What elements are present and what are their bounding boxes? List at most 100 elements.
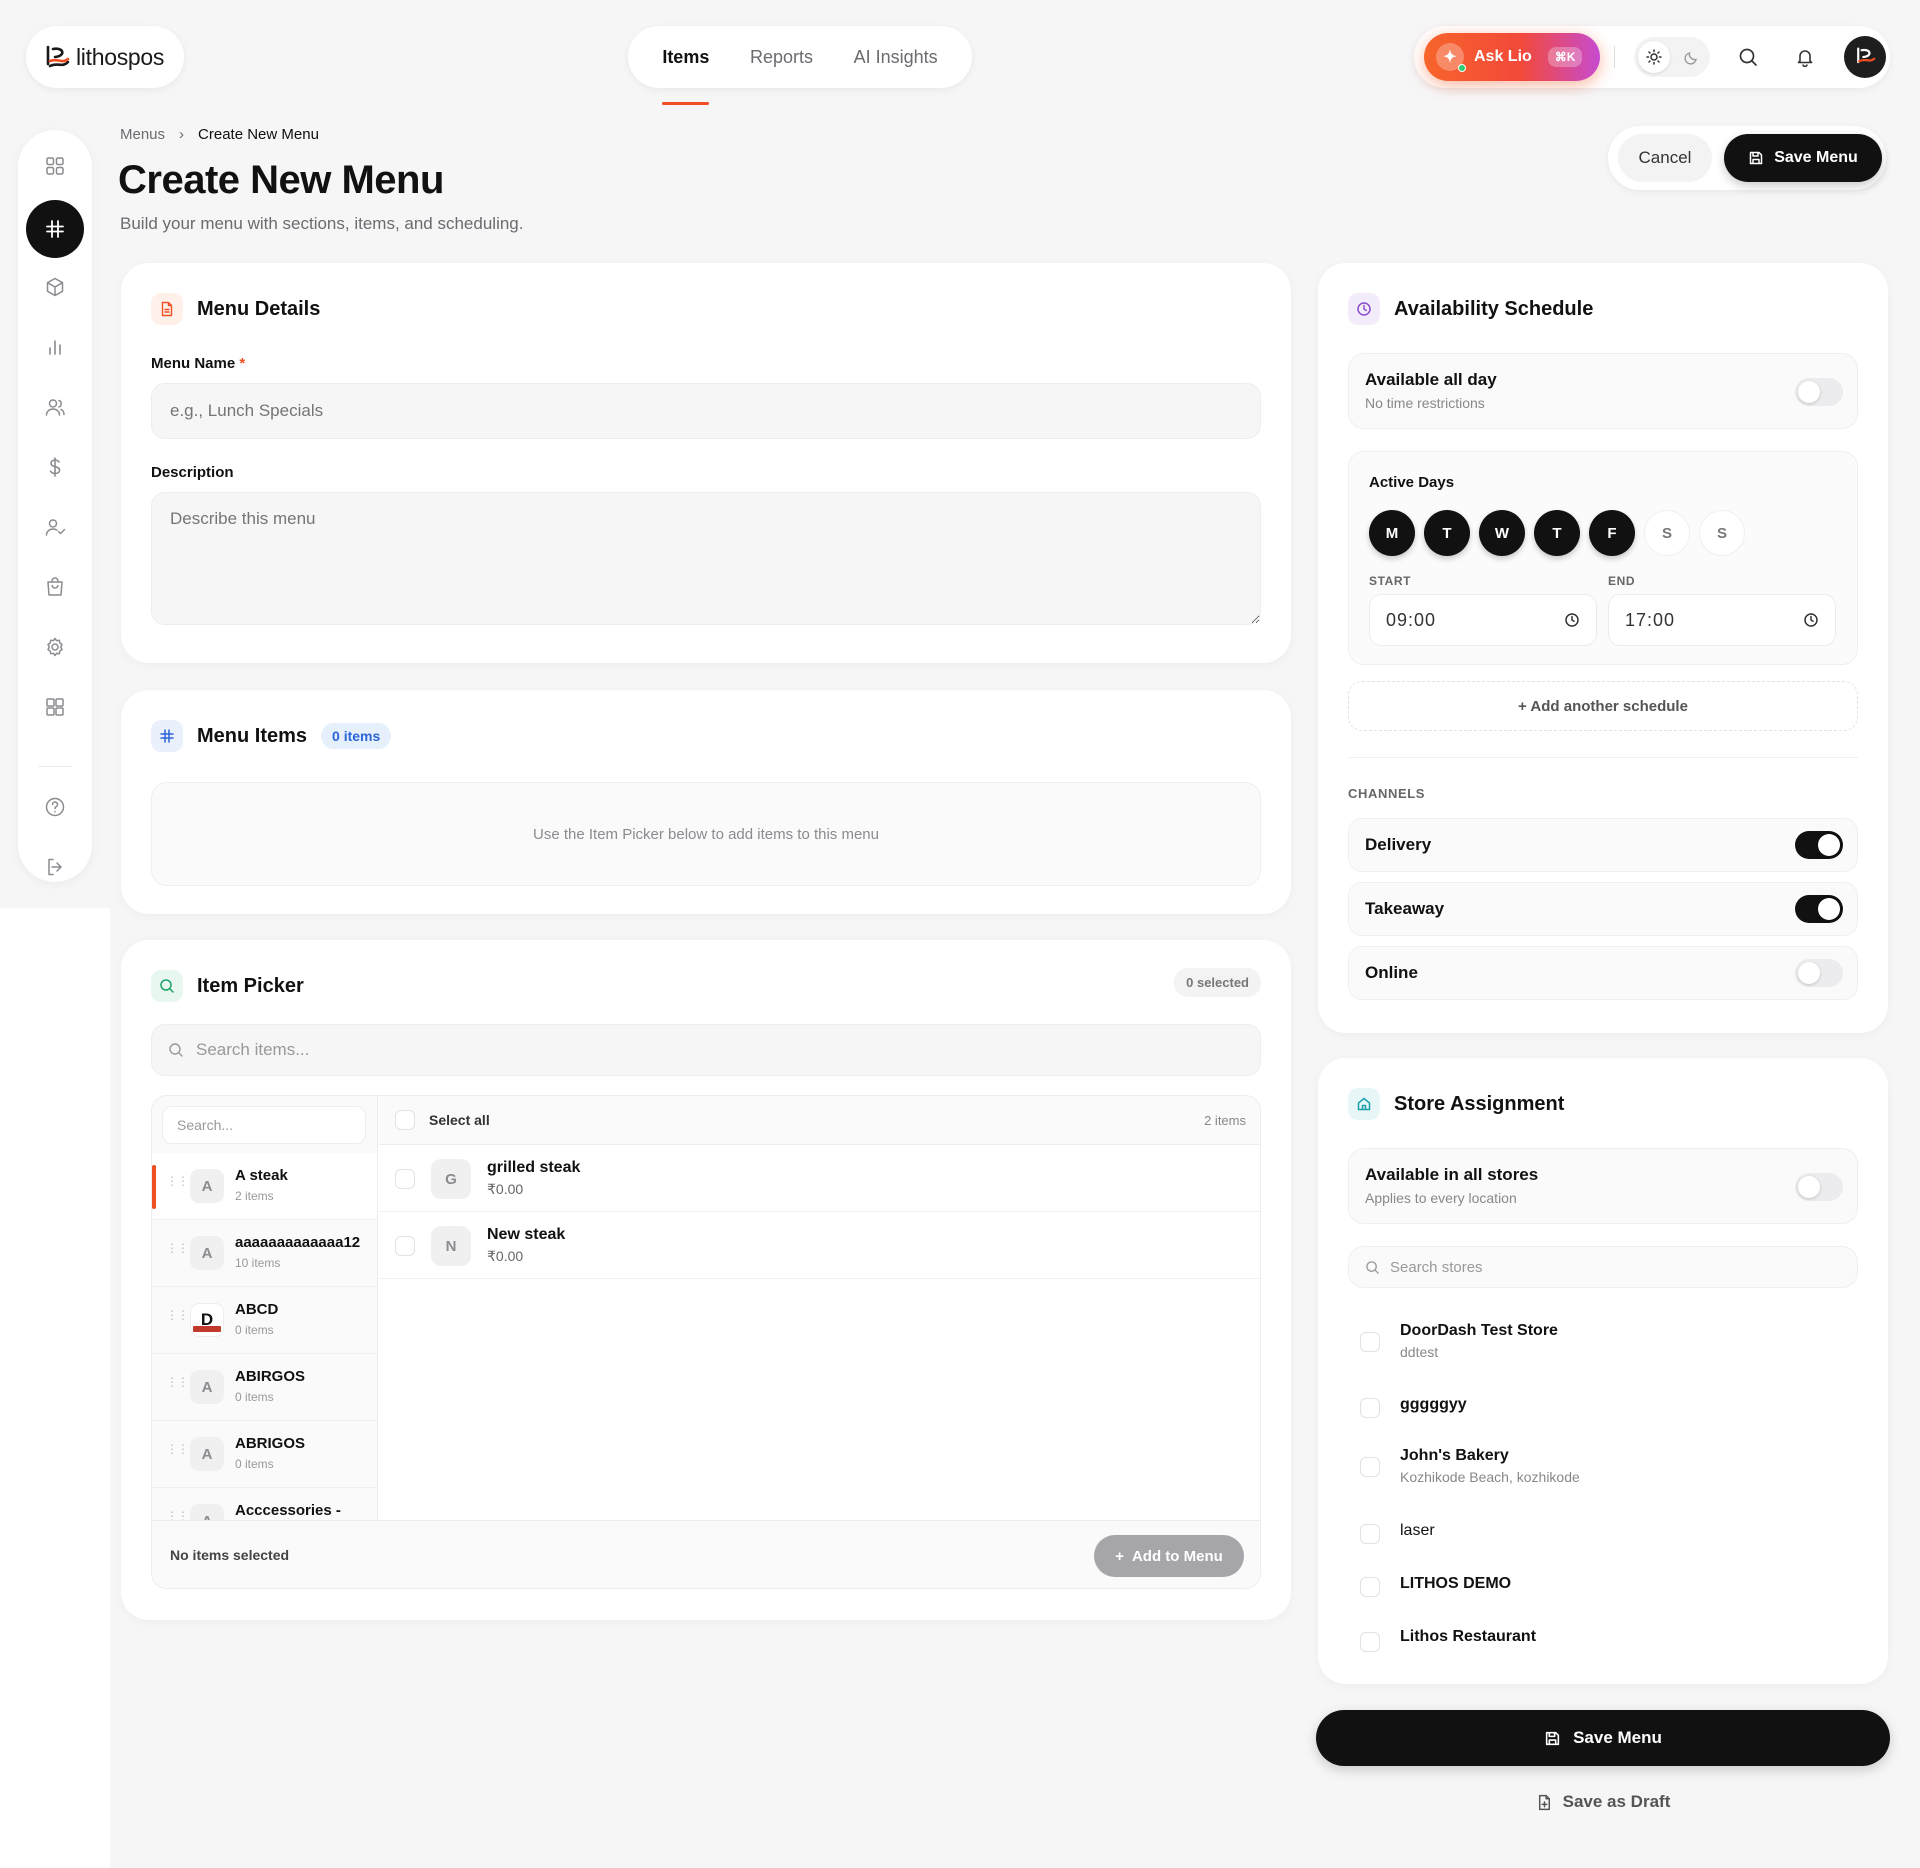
menu-hash-icon bbox=[46, 220, 64, 238]
nav-tab-ai-insights[interactable]: AI Insights bbox=[854, 41, 938, 74]
day-wednesday[interactable]: W bbox=[1479, 510, 1525, 556]
save-draft-button[interactable]: Save as Draft bbox=[1316, 1782, 1890, 1822]
day-sunday[interactable]: S bbox=[1699, 510, 1745, 556]
save-menu-bottom-button[interactable]: Save Menu bbox=[1316, 1710, 1890, 1766]
rail-dashboard[interactable] bbox=[29, 140, 81, 192]
category-row[interactable]: ⋮⋮ A Acccessories - bbox=[152, 1488, 377, 1520]
drag-handle-icon[interactable]: ⋮⋮ bbox=[166, 1309, 189, 1321]
category-search-input[interactable]: Search... bbox=[162, 1106, 366, 1144]
category-row[interactable]: ⋮⋮ A ABRIGOS 0 items bbox=[152, 1421, 377, 1488]
drag-handle-icon[interactable]: ⋮⋮ bbox=[166, 1175, 189, 1187]
rail-products[interactable] bbox=[29, 261, 81, 313]
end-time-input[interactable]: 17:00 bbox=[1608, 594, 1836, 646]
all-stores-toggle[interactable] bbox=[1795, 1173, 1843, 1201]
item-avatar: N bbox=[431, 1226, 471, 1266]
ask-lio-label: Ask Lio bbox=[1474, 48, 1532, 65]
rail-finance[interactable] bbox=[29, 441, 81, 493]
rail-customers[interactable] bbox=[29, 381, 81, 433]
store-search-input[interactable]: Search stores bbox=[1348, 1246, 1858, 1288]
category-count: 10 items bbox=[235, 1256, 281, 1270]
channel-toggle-online[interactable] bbox=[1795, 959, 1843, 987]
rail-reports[interactable] bbox=[29, 321, 81, 373]
item-checkbox[interactable] bbox=[395, 1236, 415, 1256]
menu-name-input[interactable] bbox=[151, 383, 1261, 439]
day-monday[interactable]: M bbox=[1369, 510, 1415, 556]
sparkle-icon: ✦ bbox=[1436, 43, 1466, 72]
nav-tab-reports[interactable]: Reports bbox=[750, 41, 813, 74]
drag-handle-icon[interactable]: ⋮⋮ bbox=[166, 1510, 189, 1520]
breadcrumb-root[interactable]: Menus bbox=[120, 126, 165, 143]
rail-orders[interactable] bbox=[29, 561, 81, 613]
store-row[interactable]: laser bbox=[1360, 1522, 1850, 1546]
rail-settings[interactable] bbox=[29, 621, 81, 673]
description-textarea[interactable] bbox=[151, 492, 1261, 625]
app-logo[interactable]: lithospos bbox=[26, 26, 184, 88]
drag-handle-icon[interactable]: ⋮⋮ bbox=[166, 1376, 189, 1388]
ask-lio-button[interactable]: ✦ Ask Lio ⌘K bbox=[1424, 33, 1600, 81]
save-menu-button[interactable]: Save Menu bbox=[1724, 134, 1882, 182]
store-icon bbox=[1348, 1088, 1380, 1120]
store-checkbox[interactable] bbox=[1360, 1632, 1380, 1652]
store-checkbox[interactable] bbox=[1360, 1577, 1380, 1597]
category-row[interactable]: ⋮⋮ A ABIRGOS 0 items bbox=[152, 1354, 377, 1421]
category-row[interactable]: ⋮⋮ A A steak 2 items bbox=[152, 1153, 377, 1220]
nav-tab-items[interactable]: Items bbox=[662, 41, 710, 105]
section-divider bbox=[1348, 757, 1858, 758]
store-row[interactable]: Lithos Restaurant bbox=[1360, 1628, 1850, 1668]
rail-staff[interactable] bbox=[29, 501, 81, 553]
store-location: Kozhikode Beach, kozhikode bbox=[1400, 1469, 1580, 1485]
channel-name: Takeaway bbox=[1365, 899, 1445, 918]
add-to-menu-button[interactable]: + Add to Menu bbox=[1094, 1535, 1244, 1577]
start-time-input[interactable]: 09:00 bbox=[1369, 594, 1597, 646]
search-icon[interactable] bbox=[1733, 42, 1763, 72]
store-assignment-card: Store Assignment Available in all stores… bbox=[1318, 1058, 1888, 1684]
channel-name: Online bbox=[1365, 963, 1418, 982]
moon-icon[interactable] bbox=[1676, 41, 1708, 73]
select-all-checkbox[interactable] bbox=[395, 1110, 415, 1130]
day-tuesday[interactable]: T bbox=[1424, 510, 1470, 556]
document-icon bbox=[151, 293, 183, 325]
sun-icon[interactable] bbox=[1638, 41, 1670, 73]
channel-toggle-takeaway[interactable] bbox=[1795, 895, 1843, 923]
store-name: laser bbox=[1400, 1522, 1435, 1539]
store-row[interactable]: DoorDash Test Store ddtest bbox=[1360, 1322, 1850, 1368]
all-day-toggle[interactable] bbox=[1795, 378, 1843, 406]
item-picker-card: Item Picker 0 selected Search items... S… bbox=[121, 940, 1291, 1620]
grid-icon bbox=[46, 157, 64, 175]
active-days-label: Active Days bbox=[1369, 474, 1455, 491]
rail-help[interactable] bbox=[29, 781, 81, 833]
channel-toggle-delivery[interactable] bbox=[1795, 831, 1843, 859]
all-stores-row: Available in all stores Applies to every… bbox=[1348, 1148, 1858, 1224]
cancel-button[interactable]: Cancel bbox=[1618, 134, 1712, 182]
item-row[interactable]: N New steak ₹0.00 bbox=[379, 1212, 1260, 1279]
bell-icon[interactable] bbox=[1790, 42, 1820, 72]
rail-logout[interactable] bbox=[29, 841, 81, 893]
category-row[interactable]: ⋮⋮ A aaaaaaaaaaaaa12 10 items bbox=[152, 1220, 377, 1287]
store-checkbox[interactable] bbox=[1360, 1398, 1380, 1418]
category-row[interactable]: ⋮⋮ D ABCD 0 items bbox=[152, 1287, 377, 1354]
day-friday[interactable]: F bbox=[1589, 510, 1635, 556]
store-checkbox[interactable] bbox=[1360, 1332, 1380, 1352]
theme-toggle[interactable] bbox=[1634, 37, 1710, 77]
day-thursday[interactable]: T bbox=[1534, 510, 1580, 556]
store-row[interactable]: LITHOS DEMO bbox=[1360, 1575, 1850, 1599]
select-all-label[interactable]: Select all bbox=[429, 1112, 490, 1128]
drag-handle-icon[interactable]: ⋮⋮ bbox=[166, 1242, 189, 1254]
user-avatar[interactable] bbox=[1844, 36, 1886, 78]
store-row[interactable]: gggggyy bbox=[1360, 1396, 1850, 1420]
store-checkbox[interactable] bbox=[1360, 1524, 1380, 1544]
item-checkbox[interactable] bbox=[395, 1169, 415, 1189]
dollar-icon bbox=[49, 457, 61, 477]
rail-integrations[interactable] bbox=[29, 681, 81, 733]
drag-handle-icon[interactable]: ⋮⋮ bbox=[166, 1443, 189, 1455]
item-price: ₹0.00 bbox=[487, 1181, 524, 1197]
store-checkbox[interactable] bbox=[1360, 1457, 1380, 1477]
add-schedule-button[interactable]: + Add another schedule bbox=[1348, 681, 1858, 731]
item-search-field[interactable]: Search items... bbox=[151, 1024, 1261, 1076]
rail-menus[interactable] bbox=[26, 200, 84, 258]
store-row[interactable]: John's Bakery Kozhikode Beach, kozhikode bbox=[1360, 1447, 1850, 1493]
day-saturday[interactable]: S bbox=[1644, 510, 1690, 556]
store-name: DoorDash Test Store bbox=[1400, 1322, 1558, 1339]
item-row[interactable]: G grilled steak ₹0.00 bbox=[379, 1145, 1260, 1212]
channel-row-online: Online bbox=[1348, 946, 1858, 1000]
